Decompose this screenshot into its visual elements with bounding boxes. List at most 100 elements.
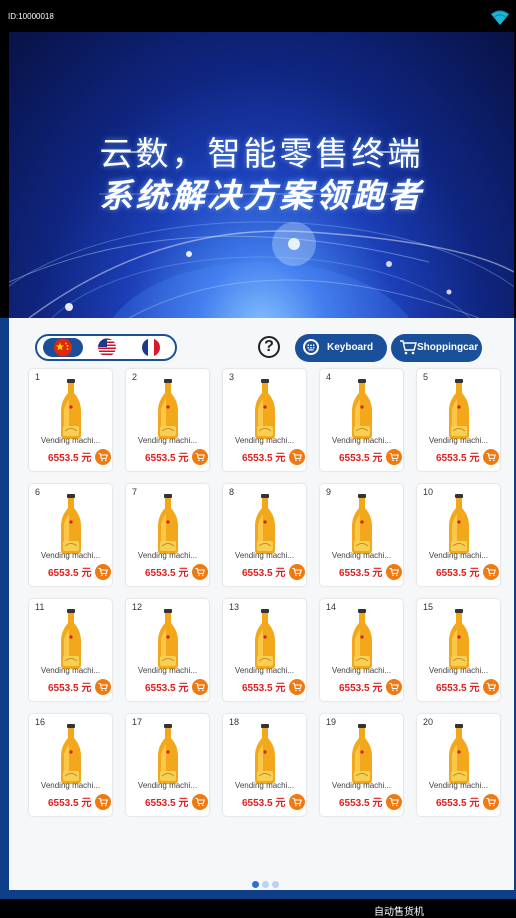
add-to-cart-button[interactable] [289, 564, 305, 580]
us-flag-icon[interactable] [87, 338, 127, 357]
product-name: Vending machi... [331, 666, 392, 675]
cart-icon [292, 683, 302, 692]
product-card[interactable]: 7 Vending machi... 6553.5 元 [126, 484, 209, 586]
product-price: 6553.5 元 [145, 453, 189, 464]
product-card[interactable]: 20 Vending machi... 6553.5 元 [417, 714, 500, 816]
cart-icon [195, 683, 205, 692]
product-price: 6553.5 元 [242, 798, 286, 809]
product-card[interactable]: 19 Vending machi... 6553.5 元 [320, 714, 403, 816]
product-name: Vending machi... [137, 666, 198, 675]
cart-icon [292, 798, 302, 807]
add-to-cart-button[interactable] [289, 794, 305, 810]
help-button[interactable]: ? [258, 336, 280, 358]
promo-banner: 云数，智能零售终端 系统解决方案领跑者 [9, 32, 514, 318]
device-id: ID:10000018 [8, 12, 54, 21]
add-to-cart-button[interactable] [483, 679, 499, 695]
product-card[interactable]: 12 Vending machi... 6553.5 元 [126, 599, 209, 701]
shopping-cart-button[interactable]: Shoppingcar [391, 334, 482, 362]
product-price: 6553.5 元 [339, 568, 383, 579]
add-to-cart-button[interactable] [289, 679, 305, 695]
juice-bottle-image [449, 724, 469, 784]
product-name: Vending machi... [40, 666, 101, 675]
shoppingcar-label: Shoppingcar [417, 342, 479, 353]
product-card[interactable]: 16 Vending machi... 6553.5 元 [29, 714, 112, 816]
add-to-cart-button[interactable] [483, 564, 499, 580]
product-name: Vending machi... [428, 666, 489, 675]
product-name: Vending machi... [40, 551, 101, 560]
product-card[interactable]: 18 Vending machi... 6553.5 元 [223, 714, 306, 816]
juice-bottle-image [158, 379, 178, 439]
product-price: 6553.5 元 [48, 798, 92, 809]
cart-icon [98, 453, 108, 462]
juice-bottle-image [255, 724, 275, 784]
add-to-cart-button[interactable] [192, 794, 208, 810]
pagination-dot[interactable] [252, 881, 259, 888]
product-name: Vending machi... [137, 551, 198, 560]
add-to-cart-button[interactable] [95, 564, 111, 580]
cart-icon [292, 453, 302, 462]
juice-bottle-image [255, 609, 275, 669]
product-card[interactable]: 13 Vending machi... 6553.5 元 [223, 599, 306, 701]
product-price: 6553.5 元 [436, 568, 480, 579]
product-name: Vending machi... [234, 551, 295, 560]
product-number: 16 [35, 717, 46, 727]
juice-bottle-image [352, 379, 372, 439]
add-to-cart-button[interactable] [483, 794, 499, 810]
add-to-cart-button[interactable] [386, 794, 402, 810]
product-card[interactable]: 8 Vending machi... 6553.5 元 [223, 484, 306, 586]
cart-icon [486, 798, 496, 807]
add-to-cart-button[interactable] [192, 449, 208, 465]
add-to-cart-button[interactable] [95, 449, 111, 465]
keyboard-label: Keyboard [327, 342, 374, 353]
product-card[interactable]: 11 Vending machi... 6553.5 元 [29, 599, 112, 701]
language-selector [35, 334, 177, 361]
cart-icon [195, 568, 205, 577]
product-price: 6553.5 元 [436, 798, 480, 809]
keyboard-button[interactable]: Keyboard [295, 334, 387, 362]
footer-bar: 自动售货机 [0, 899, 516, 918]
pagination-dot[interactable] [272, 881, 279, 888]
add-to-cart-button[interactable] [95, 679, 111, 695]
product-number: 20 [423, 717, 434, 727]
cart-icon [98, 568, 108, 577]
product-card[interactable]: 5 Vending machi... 6553.5 元 [417, 369, 500, 471]
product-number: 11 [35, 602, 45, 612]
product-card[interactable]: 6 Vending machi... 6553.5 元 [29, 484, 112, 586]
product-card[interactable]: 14 Vending machi... 6553.5 元 [320, 599, 403, 701]
product-name: Vending machi... [331, 436, 392, 445]
product-number: 6 [35, 487, 41, 497]
product-price: 6553.5 元 [436, 453, 480, 464]
product-card[interactable]: 9 Vending machi... 6553.5 元 [320, 484, 403, 586]
add-to-cart-button[interactable] [386, 449, 402, 465]
product-name: Vending machi... [234, 781, 295, 790]
add-to-cart-button[interactable] [386, 564, 402, 580]
add-to-cart-button[interactable] [192, 679, 208, 695]
add-to-cart-button[interactable] [386, 679, 402, 695]
product-card[interactable]: 1 Vending machi... 6553.5 元 [29, 369, 112, 471]
banner-headline: 云数，智能零售终端 [99, 134, 424, 173]
product-price: 6553.5 元 [242, 453, 286, 464]
cart-icon [389, 568, 399, 577]
status-bar: ID:10000018 [0, 0, 516, 32]
product-card[interactable]: 17 Vending machi... 6553.5 元 [126, 714, 209, 816]
product-card[interactable]: 15 Vending machi... 6553.5 元 [417, 599, 500, 701]
chinese-flag-icon[interactable] [43, 338, 83, 357]
product-number: 9 [326, 487, 332, 497]
product-name: Vending machi... [137, 781, 198, 790]
product-card[interactable]: 10 Vending machi... 6553.5 元 [417, 484, 500, 586]
product-card[interactable]: 4 Vending machi... 6553.5 元 [320, 369, 403, 471]
product-number: 5 [423, 372, 429, 382]
product-card[interactable]: 3 Vending machi... 6553.5 元 [223, 369, 306, 471]
add-to-cart-button[interactable] [289, 449, 305, 465]
cart-icon [389, 798, 399, 807]
pagination-dot[interactable] [262, 881, 269, 888]
product-price: 6553.5 元 [242, 568, 286, 579]
add-to-cart-button[interactable] [192, 564, 208, 580]
product-price: 6553.5 元 [145, 683, 189, 694]
add-to-cart-button[interactable] [483, 449, 499, 465]
product-number: 4 [326, 372, 332, 382]
product-number: 7 [132, 487, 138, 497]
add-to-cart-button[interactable] [95, 794, 111, 810]
french-flag-icon[interactable] [131, 338, 171, 357]
product-card[interactable]: 2 Vending machi... 6553.5 元 [126, 369, 209, 471]
